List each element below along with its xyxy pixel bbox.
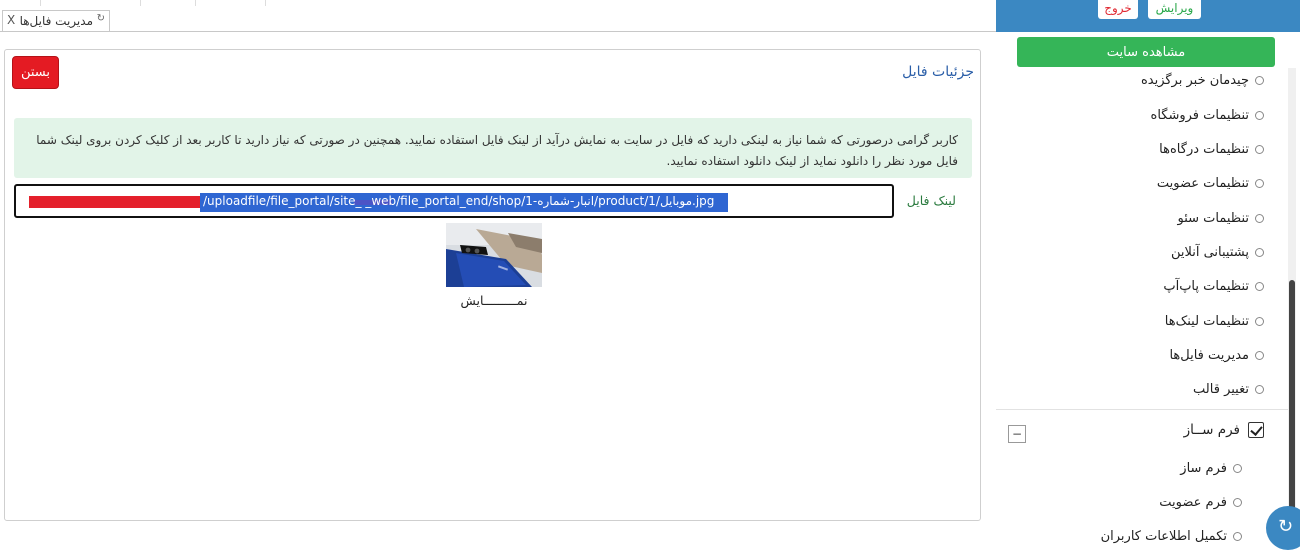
radio-icon [1255,178,1264,188]
view-site-button[interactable]: مشاهده سایت [1017,37,1275,67]
sidebar-item-label: فرم ساز [1180,460,1227,476]
scroll-thumb[interactable] [1289,280,1295,520]
sidebar-item[interactable]: چیدمان خبر برگزیده [1141,70,1264,90]
sidebar-item[interactable]: تغییر قالب [1193,379,1264,399]
info-alert: کاربر گرامی درصورتی که شما نیاز به لینکی… [14,118,972,178]
sidebar-item-label: تنظیمات لینک‌ها [1164,313,1249,329]
sidebar-item[interactable]: تنظیمات فروشگاه [1151,105,1264,125]
refresh-icon[interactable]: ↻ [1266,506,1300,550]
radio-icon [1255,247,1264,257]
sidebar-item-label: تکمیل اطلاعات کاربران [1100,528,1227,544]
radio-icon [1255,350,1264,360]
sidebar-header: ویرایش خروج [996,0,1300,32]
radio-icon [1255,316,1264,326]
sidebar-item[interactable]: تنظیمات لینک‌ها [1165,311,1264,331]
file-details-panel: جزئیات فایل بستن کاربر گرامی درصورتی که … [4,49,981,521]
divider [996,409,1288,410]
file-link-label: لینک فایل [906,193,956,208]
tab-label: مدیریت فایل‌ها [19,14,93,28]
sidebar-scrollbar[interactable] [1288,68,1296,539]
redaction-mark [29,196,200,208]
sidebar-item[interactable]: پشتیبانی آنلاین [1171,242,1264,262]
close-button[interactable]: بستن [12,56,59,89]
sidebar-item-label: تنظیمات فروشگاه [1150,107,1249,123]
top-strip [0,0,996,8]
phone-image-icon [446,223,542,287]
sidebar-item-label: تنظیمات درگاه‌ها [1159,141,1249,157]
sidebar-item-label: چیدمان خبر برگزیده [1140,72,1249,88]
sidebar-item-file-management[interactable]: مدیریت فایل‌ها [1169,345,1264,365]
radio-icon [1233,531,1242,541]
sidebar-item-label: فرم عضویت [1159,494,1227,510]
panel-title: جزئیات فایل [902,64,974,80]
sidebar-item-label: تغییر قالب [1193,381,1249,397]
sidebar-item-label: تنظیمات پاپ‌آپ [1163,278,1249,294]
exit-button[interactable]: خروج [1098,0,1138,19]
sidebar-item-label: تنظیمات عضویت [1156,175,1249,191]
tab-bar: ↻ مدیریت فایل‌ها X [0,10,996,32]
sidebar-subitem[interactable]: فرم عضویت [1159,492,1242,512]
radio-icon [1255,281,1264,291]
radio-icon [1255,384,1264,394]
radio-icon [1255,75,1264,85]
file-preview-image[interactable] [446,223,542,287]
sidebar-item[interactable]: تنظیمات پاپ‌آپ [1163,276,1264,296]
section-title: فرم ســاز [1183,422,1240,438]
radio-icon [1255,213,1264,223]
main-area: ↻ مدیریت فایل‌ها X جزئیات فایل بستن کارب… [0,0,996,539]
sidebar: ویرایش خروج مشاهده سایت چیدمان خبر برگزی… [996,0,1300,550]
file-link-value[interactable]: /uploadfile/file_portal/site_ _web/file_… [203,194,727,212]
sidebar-item-label: پشتیبانی آنلاین [1170,244,1249,260]
section-form-builder[interactable]: فرم ســاز [1184,422,1264,438]
radio-icon [1233,463,1242,473]
sidebar-item[interactable]: تنظیمات عضویت [1157,173,1264,193]
file-link-input[interactable]: /uploadfile/file_portal/site_ _web/file_… [14,184,894,218]
radio-icon [1255,144,1264,154]
sidebar-item-label: تنظیمات سئو [1177,210,1249,226]
edit-button[interactable]: ویرایش [1148,0,1201,19]
tab-file-management[interactable]: ↻ مدیریت فایل‌ها X [2,10,110,31]
collapse-button[interactable]: − [1008,425,1026,443]
sidebar-item-label: مدیریت فایل‌ها [1169,347,1249,363]
radio-icon [1233,497,1242,507]
preview-caption[interactable]: نمـــــــــایش [446,293,542,308]
sidebar-subitem[interactable]: فرم ساز [1180,458,1242,478]
close-icon[interactable]: X [7,13,15,27]
sidebar-subitem[interactable]: تکمیل اطلاعات کاربران [1101,526,1242,546]
radio-icon [1255,110,1264,120]
refresh-icon[interactable]: ↻ [95,14,105,24]
sidebar-item[interactable]: تنظیمات سئو [1177,208,1264,228]
sidebar-item[interactable]: تنظیمات درگاه‌ها [1159,139,1264,159]
checkbox-icon[interactable] [1248,422,1264,438]
